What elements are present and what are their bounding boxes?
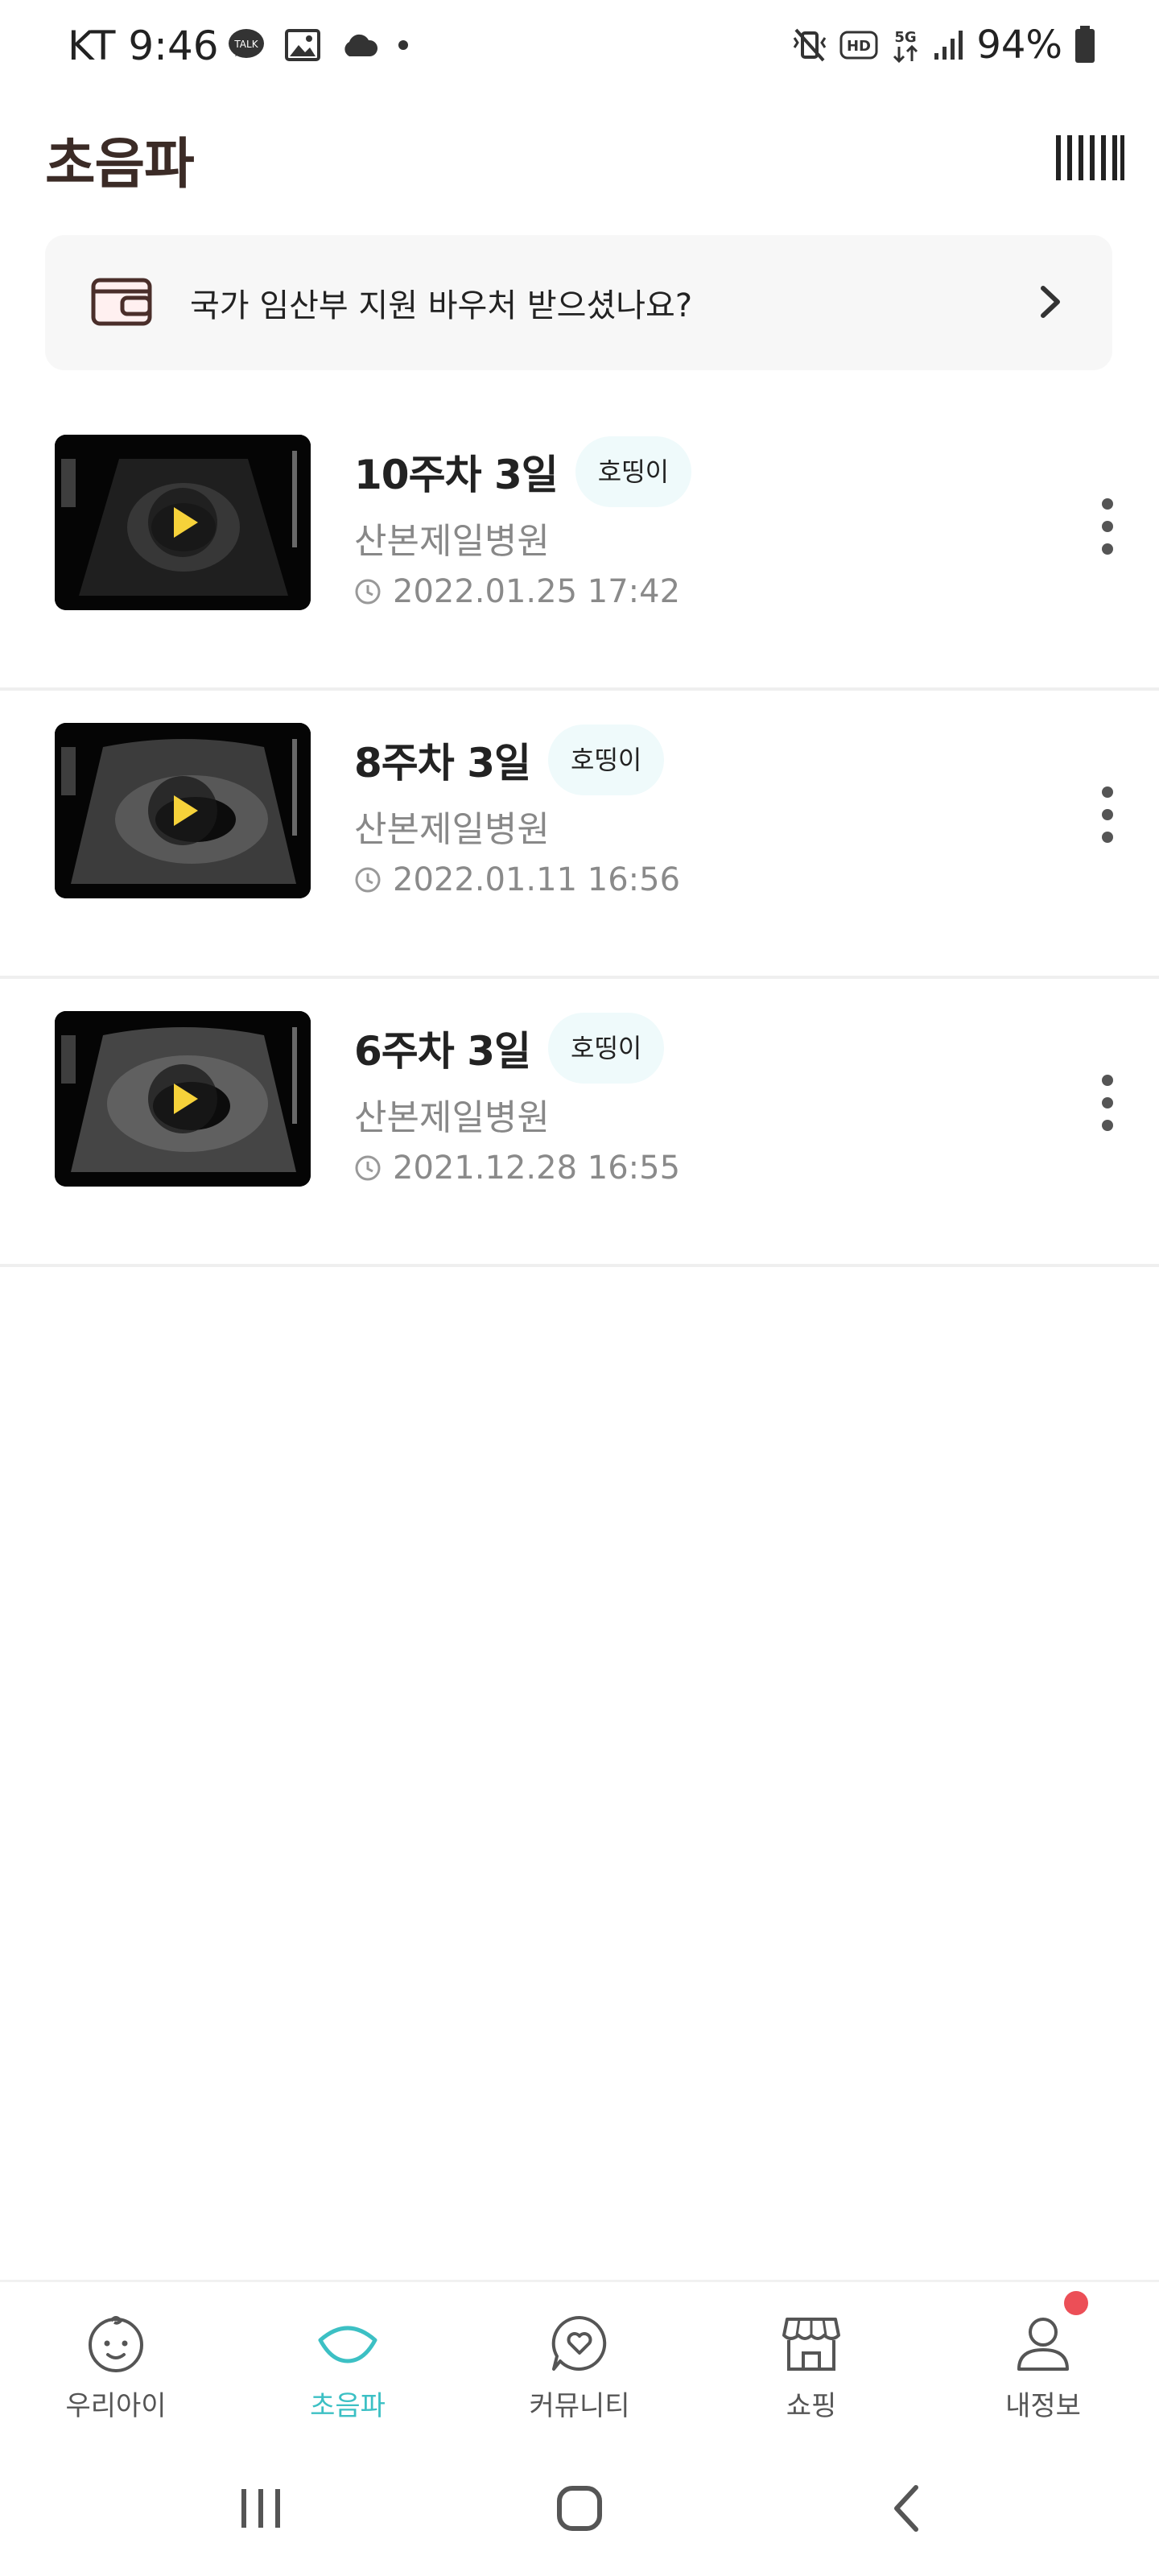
clock-icon [355,867,381,893]
more-options-icon[interactable] [1087,1069,1128,1137]
hd-voice-icon: HD [839,31,878,60]
status-system-icons: HD 5G 94% [791,23,1096,68]
system-navigation-bar [0,2441,1159,2576]
cloud-icon [344,34,378,56]
wallet-icon [91,278,152,326]
more-options-icon[interactable] [1087,781,1128,848]
page-title: 초음파 [45,133,195,196]
signal-icon [934,31,963,60]
tab-label: 커뮤니티 [529,2390,630,2422]
tab-label: 내정보 [1005,2390,1081,2422]
tab-label: 초음파 [310,2390,386,2422]
baby-nickname-badge: 호띵이 [575,436,692,507]
notification-badge [1064,2291,1088,2315]
image-icon [285,29,320,61]
hospital-name: 산본제일병원 [354,809,550,850]
video-thumbnail[interactable] [55,723,311,898]
5g-icon: 5G [893,29,918,64]
heart-chat-icon [551,2315,607,2371]
tab-shopping[interactable]: 쇼핑 [695,2282,927,2443]
baby-nickname-badge: 호띵이 [548,1013,665,1084]
tab-label: 우리아이 [65,2390,167,2422]
status-notification-icons: TALK [227,27,409,63]
home-icon[interactable] [555,2484,604,2533]
status-bar: KT 9:46 TALK HD 5G 94% [0,0,1159,97]
list-item[interactable]: 8주차 3일 호띵이 산본제일병원 2022.01.11 16:56 [0,691,1159,979]
svg-text:5G: 5G [895,29,917,46]
ultrasound-list: 10주차 3일 호띵이 산본제일병원 2022.01.25 17:42 8주차 … [0,402,1159,1267]
tab-my-info[interactable]: 내정보 [927,2282,1159,2443]
scan-datetime: 2022.01.25 17:42 [393,573,681,610]
tab-ultrasound[interactable]: 초음파 [232,2282,464,2443]
scan-datetime: 2022.01.11 16:56 [393,861,681,898]
barcode-scan-button[interactable] [1054,134,1125,182]
video-thumbnail[interactable] [55,435,311,610]
scan-week-title: 6주차 3일 [354,1028,531,1075]
back-icon[interactable] [890,2484,922,2533]
voucher-text: 국가 임산부 지원 바우처 받으셨나요? [190,287,693,324]
tab-our-baby[interactable]: 우리아이 [0,2282,232,2443]
vibrate-mute-icon [794,28,827,62]
more-options-icon[interactable] [1087,493,1128,560]
baby-face-icon [89,2316,143,2372]
list-item[interactable]: 10주차 3일 호띵이 산본제일병원 2022.01.25 17:42 [0,402,1159,691]
play-icon [148,488,217,557]
scan-week-title: 8주차 3일 [354,740,531,786]
tab-community[interactable]: 커뮤니티 [464,2282,695,2443]
clock-icon [355,1155,381,1181]
hospital-name: 산본제일병원 [354,1097,550,1138]
hospital-name: 산본제일병원 [354,521,550,562]
battery-icon [1075,26,1095,63]
ultrasound-icon [318,2326,377,2363]
tab-label: 쇼핑 [786,2390,837,2422]
bottom-navigation: 우리아이 초음파 커뮤니티 쇼핑 내정보 [0,2280,1159,2443]
baby-nickname-badge: 호띵이 [548,724,665,795]
play-icon [148,1064,217,1133]
video-thumbnail[interactable] [55,1011,311,1187]
person-icon [1017,2318,1069,2371]
dot-icon [398,40,408,50]
scan-week-title: 10주차 3일 [354,452,559,498]
svg-text:TALK: TALK [233,39,258,50]
chevron-right-icon [1041,286,1060,318]
clock-icon [355,579,381,605]
status-time: KT 9:46 [68,23,219,69]
voucher-banner[interactable]: 국가 임산부 지원 바우처 받으셨나요? [45,235,1112,370]
battery-percentage: 94% [976,23,1062,68]
play-icon [148,776,217,845]
svg-text:HD: HD [847,38,871,55]
barcode-icon [1056,135,1124,180]
scan-datetime: 2021.12.28 16:55 [393,1150,681,1187]
kakaotalk-icon: TALK [229,29,264,58]
store-icon [782,2318,840,2371]
list-item[interactable]: 6주차 3일 호띵이 산본제일병원 2021.12.28 16:55 [0,979,1159,1267]
recent-apps-icon[interactable] [238,2484,283,2533]
